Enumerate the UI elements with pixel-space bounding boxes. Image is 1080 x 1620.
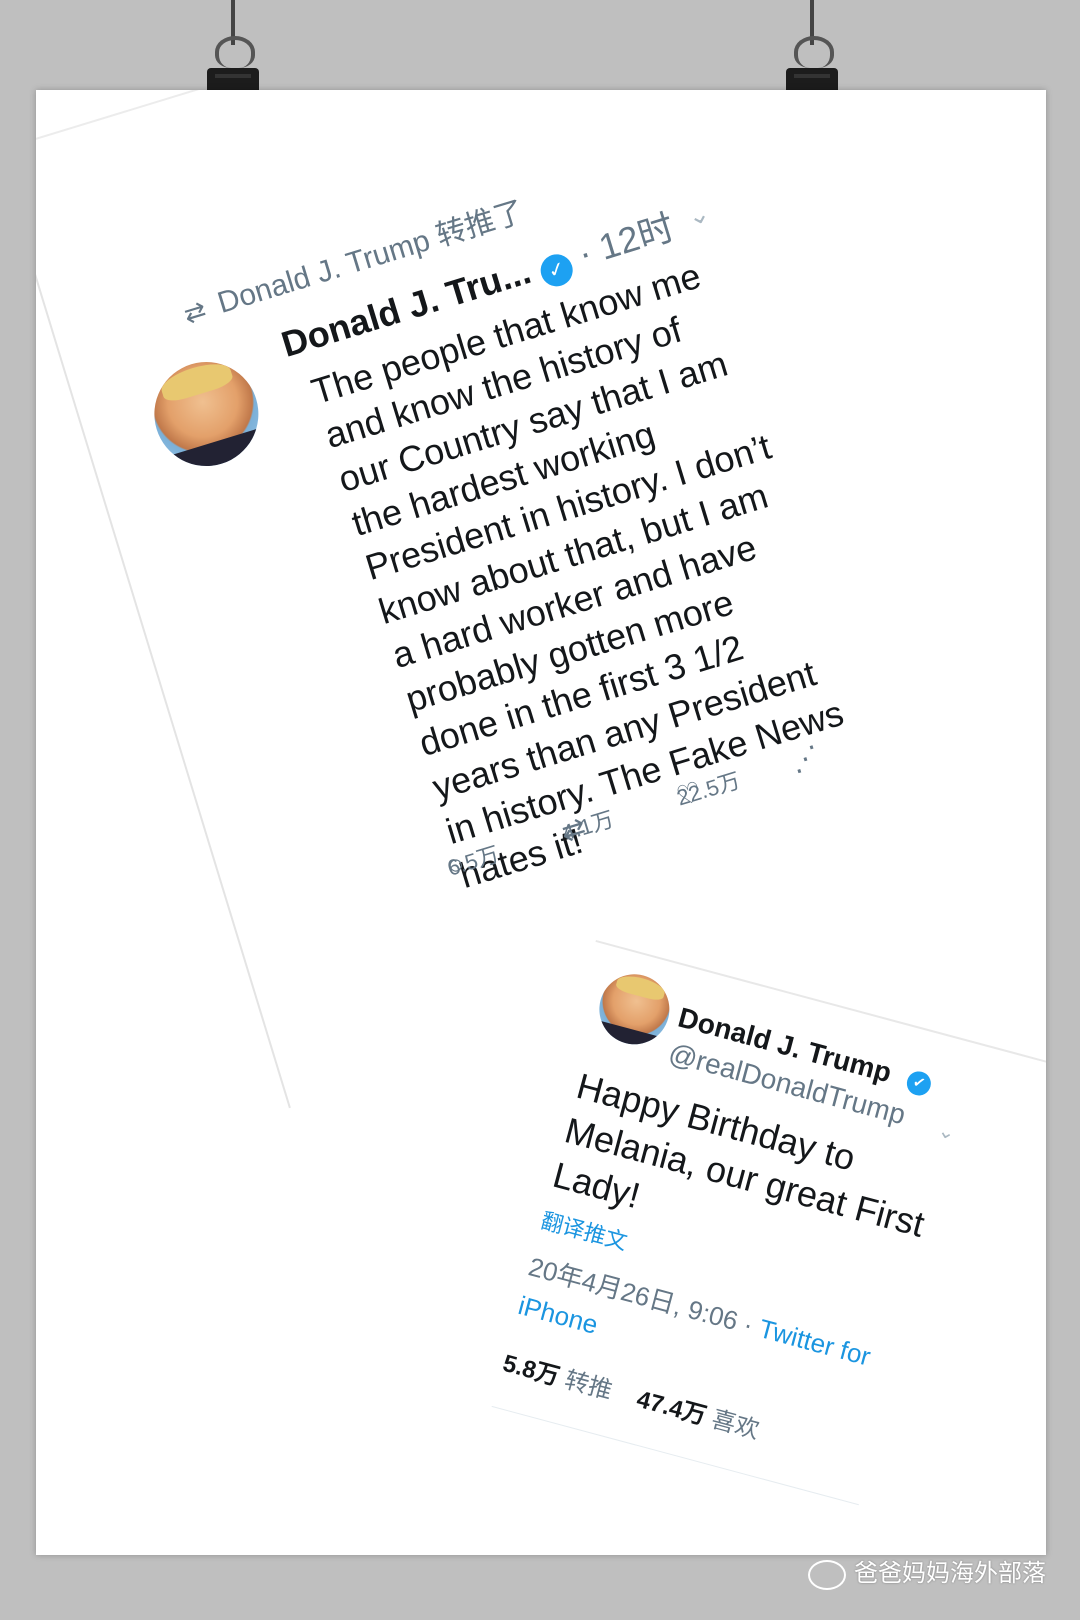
verified-badge-icon: ✓ xyxy=(904,1068,934,1098)
chevron-down-icon[interactable]: ⌄ xyxy=(935,1118,958,1146)
retweet-label: 转推 xyxy=(561,1366,616,1405)
poster-paper: ⇄ Donald J. Trump 转推了 Donald J. Tru... ✓ · … xyxy=(36,90,1046,1555)
avatar-2[interactable] xyxy=(591,966,678,1053)
like-label: 喜欢 xyxy=(708,1405,762,1445)
chevron-down-icon[interactable]: ⌄ xyxy=(684,197,714,233)
verified-badge-icon: ✓ xyxy=(536,250,577,291)
watermark: 爸爸妈妈海外部落 xyxy=(808,1553,1046,1590)
retweet-count-2[interactable]: 5.8万 xyxy=(500,1350,562,1391)
wechat-icon xyxy=(808,1560,846,1590)
like-count-2[interactable]: 47.4万 xyxy=(634,1386,709,1430)
tweet-card-2: Donald J. Trump ✓ @realDonaldTrump ⌄ Hap… xyxy=(453,940,1046,1555)
avatar[interactable] xyxy=(141,349,272,479)
watermark-text: 爸爸妈妈海外部落 xyxy=(854,1560,1046,1588)
tweet-card-1: ⇄ Donald J. Trump 转推了 Donald J. Tru... ✓ · … xyxy=(36,90,961,1109)
retweet-icon: ⇄ xyxy=(180,294,210,330)
tweet-text: The people that know me and know the his… xyxy=(306,254,849,896)
